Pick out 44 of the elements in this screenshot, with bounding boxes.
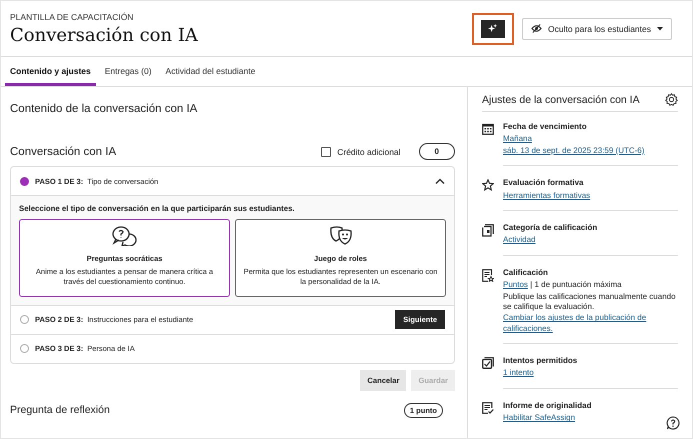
checkbox[interactable]: [321, 146, 332, 156]
setting-link[interactable]: Actividad: [503, 235, 536, 246]
setting-text: Publique las calificaciones manualmente cuando se califique la evaluación.: [503, 292, 677, 312]
panel-title: Ajustes de la conversación con IA: [482, 94, 640, 106]
calendar-icon: [482, 123, 494, 135]
setting-link[interactable]: Habilitar SafeAssign: [503, 413, 576, 424]
setting-link[interactable]: Herramientas formativas: [503, 190, 590, 201]
document-icon: [482, 224, 494, 237]
breadcrumb-label: PLANTILLA DE CAPACITACIÓN: [10, 12, 134, 22]
section-heading: Contenido de la conversación con IA: [10, 103, 198, 115]
setting-title: Fecha de vencimiento: [503, 122, 588, 132]
report-icon: [482, 402, 494, 414]
checkbox-label: Crédito adicional: [337, 146, 401, 156]
tab[interactable]: Contenido y ajustes: [5, 57, 96, 86]
setting-link[interactable]: sáb. 13 de sept. de 2025 23:59 (UTC-6): [503, 146, 644, 156]
speech-bubbles-icon: [112, 226, 138, 246]
setting-text: | 1 de puntuación máxima: [530, 280, 622, 291]
caret-icon: [657, 26, 663, 30]
page-title: Conversación con IA: [10, 24, 199, 46]
setting-link[interactable]: Cambiar los ajustes de la publicación de calificaciones.: [503, 313, 678, 334]
eye-slash-icon: [530, 24, 542, 33]
setting-title: Intentos permitidos: [503, 356, 578, 366]
question-title: Pregunta de reflexión: [10, 404, 111, 416]
theater-masks-icon: [328, 226, 352, 246]
sparkle-icon: [488, 24, 498, 33]
help-icon[interactable]: [666, 416, 680, 430]
visibility-dropdown[interactable]: Oculto para los estudiantes: [522, 18, 672, 40]
section-title: Conversación con IA: [10, 146, 118, 158]
setting-title: Evaluación formativa: [503, 178, 584, 189]
settings-icon[interactable]: [665, 93, 678, 106]
checkbox-stack-icon: [482, 357, 494, 370]
ai-button[interactable]: [480, 20, 505, 38]
setting-link[interactable]: Puntos: [503, 280, 528, 291]
tab[interactable]: Entregas (0): [100, 57, 157, 86]
star-icon: [482, 179, 494, 192]
setting-title: Categoría de calificación: [503, 222, 598, 234]
setting-link[interactable]: Mañana: [503, 134, 532, 145]
tab[interactable]: Actividad del estudiante: [160, 57, 260, 86]
setting-title: Calificación: [503, 268, 549, 278]
setting-title: Informe de originalidad: [503, 400, 592, 412]
graded-document-icon: [482, 268, 494, 282]
points-field[interactable]: 0: [418, 143, 455, 160]
chevron-up-icon[interactable]: [435, 178, 445, 184]
setting-link[interactable]: 1 intento: [503, 368, 534, 379]
